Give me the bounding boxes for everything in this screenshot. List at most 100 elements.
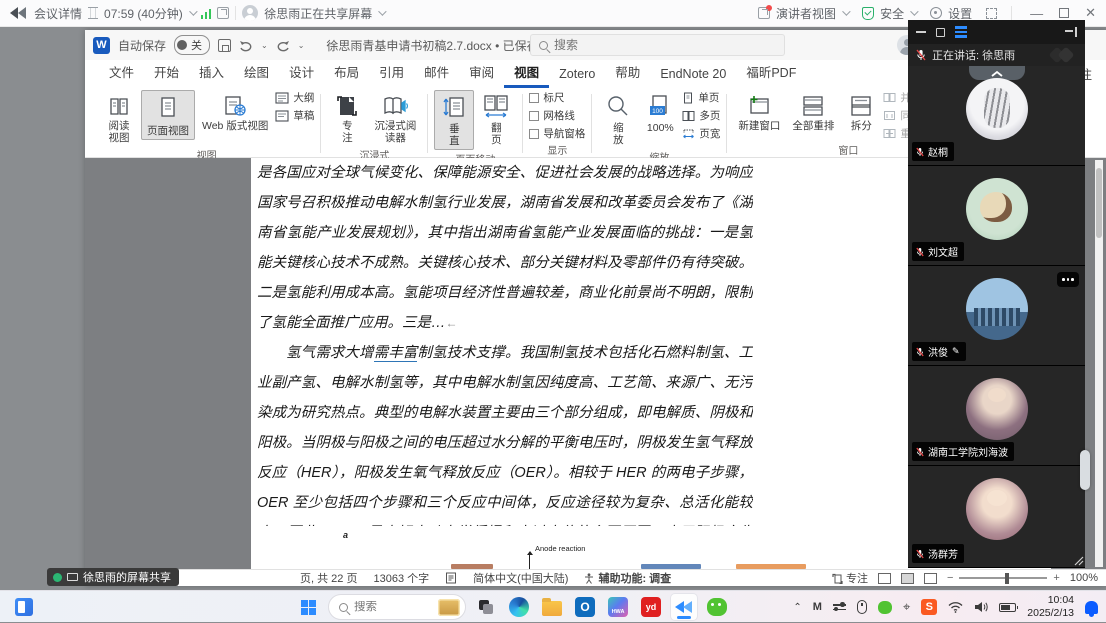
focus-button[interactable]: 专注 — [327, 90, 367, 146]
new-window-button[interactable]: 新建窗口 — [733, 90, 785, 134]
tab-mailings[interactable]: 邮件 — [414, 57, 459, 88]
screen-share-indicator[interactable]: 徐思雨的屏幕共享 — [47, 568, 179, 586]
task-view-button[interactable] — [473, 594, 499, 620]
edge-button[interactable] — [506, 594, 532, 620]
network-signal-icon[interactable] — [201, 8, 212, 19]
word-count[interactable]: 13063 个字 — [373, 570, 429, 586]
settings-button[interactable]: 设置 — [930, 5, 972, 22]
multi-page-button[interactable]: 多页 — [682, 108, 720, 123]
tab-help[interactable]: 帮助 — [605, 57, 650, 88]
zoom-100-button[interactable]: 100 100% — [640, 90, 680, 136]
youdao-dict-button[interactable]: yd — [638, 594, 664, 620]
zoom-percentage[interactable]: 100% — [1070, 572, 1098, 584]
close-button[interactable]: ✕ — [1085, 5, 1096, 21]
start-button[interactable] — [295, 594, 321, 620]
figure-top-clipped[interactable]: a Anode reaction — [251, 530, 1011, 569]
wechat-tray-icon[interactable] — [878, 601, 892, 614]
wechat-button[interactable] — [704, 594, 730, 620]
sidebar-window-icon[interactable] — [936, 28, 945, 37]
language-status[interactable]: 简体中文(中国大陆) — [473, 570, 568, 586]
participant-tile[interactable]: 洪俊 ✎ — [908, 266, 1085, 365]
sidebar-minimize-icon[interactable] — [916, 31, 926, 33]
checkbox-icon[interactable] — [529, 93, 539, 103]
tab-insert[interactable]: 插入 — [189, 57, 234, 88]
checkbox-icon[interactable] — [529, 129, 539, 139]
outline-button[interactable]: 大纲 — [275, 90, 314, 105]
page-info[interactable]: 页, 共 22 页 — [300, 570, 357, 586]
participant-tile[interactable]: 赵桐 — [908, 66, 1085, 165]
taskbar-search[interactable] — [328, 594, 466, 620]
outlook-button[interactable]: O — [572, 594, 598, 620]
zoom-slider[interactable]: − + — [947, 572, 1060, 584]
save-button[interactable] — [218, 39, 231, 52]
draft-button[interactable]: 草稿 — [275, 108, 314, 123]
participant-tile[interactable]: 刘文超 — [908, 166, 1085, 265]
page-width-button[interactable]: 页宽 — [682, 126, 720, 141]
redo-button[interactable] — [276, 39, 290, 52]
tab-layout[interactable]: 布局 — [324, 57, 369, 88]
undo-chevron-icon[interactable]: ⌄ — [261, 41, 268, 50]
input-indicator-icon[interactable]: M — [813, 601, 822, 613]
undo-button[interactable] — [239, 39, 253, 52]
battery-icon[interactable] — [999, 603, 1016, 612]
accessibility-status[interactable]: 辅助功能: 调查 — [584, 570, 671, 586]
tab-design[interactable]: 设计 — [279, 57, 324, 88]
scrollbar-thumb[interactable] — [1096, 168, 1102, 238]
participant-tile[interactable]: 湖南工学院刘海波 — [908, 366, 1085, 465]
taskbar-widgets-button[interactable] — [12, 595, 36, 619]
maximize-button[interactable] — [1059, 8, 1069, 18]
fullscreen-icon[interactable] — [986, 8, 997, 19]
split-button[interactable]: 拆分 — [841, 90, 881, 134]
sharing-status[interactable]: 徐思雨正在共享屏幕 — [264, 5, 372, 22]
print-layout-view-button[interactable] — [901, 573, 914, 584]
document-text[interactable]: 是各国应对全球气候变化、保障能源安全、促进社会发展的战略选择。为响应国家号召积极… — [257, 158, 753, 526]
more-options-button[interactable] — [1057, 272, 1079, 287]
tab-zotero[interactable]: Zotero — [549, 62, 605, 88]
hidden-icons-button[interactable]: ⌃ — [793, 602, 801, 613]
vertical-button[interactable]: 垂直 — [434, 90, 474, 150]
read-view-button[interactable]: 阅读视图 — [99, 90, 139, 146]
taskbar-clock[interactable]: 10:04 2025/2/13 — [1027, 594, 1074, 620]
security-button[interactable]: 安全 — [862, 5, 916, 22]
screen-clip-icon[interactable]: ⌖ — [903, 599, 910, 615]
focus-mode-button[interactable]: 专注 — [832, 570, 868, 586]
word-search-box[interactable] — [530, 34, 785, 56]
meeting-details-button[interactable]: 会议详情 — [34, 5, 82, 22]
one-page-button[interactable]: 单页 — [682, 90, 720, 105]
tab-references[interactable]: 引用 — [369, 57, 414, 88]
nav-pane-checkbox[interactable]: 导航窗格 — [529, 126, 585, 141]
zoom-in-button[interactable]: + — [1053, 572, 1059, 584]
open-window-icon[interactable] — [217, 7, 229, 19]
meeting-timer[interactable]: 07:59 (40分钟) — [104, 5, 183, 22]
paragraph-2[interactable]: 氢气需求大增需丰富制氢技术支撑。我国制氢技术包括化石燃料制氢、工业副产氢、电解水… — [257, 338, 753, 526]
print-layout-button[interactable]: 页面视图 — [141, 90, 195, 140]
tab-review[interactable]: 审阅 — [459, 57, 504, 88]
sogou-input-icon[interactable]: S — [921, 599, 937, 615]
wifi-icon[interactable] — [948, 601, 963, 613]
tab-file[interactable]: 文件 — [99, 57, 144, 88]
quick-toggles-icon[interactable] — [833, 604, 846, 610]
file-explorer-button[interactable] — [539, 594, 565, 620]
sidebar-list-view-icon[interactable] — [955, 26, 967, 38]
speaker-view-button[interactable]: 演讲者视图 — [758, 5, 848, 22]
vertical-scrollbar[interactable] — [1095, 160, 1103, 567]
tab-home[interactable]: 开始 — [144, 57, 189, 88]
autosave-toggle[interactable]: 关 — [174, 35, 210, 55]
zoom-out-button[interactable]: − — [947, 572, 953, 584]
arrange-all-button[interactable]: 全部重排 — [787, 90, 839, 134]
zoom-button[interactable]: 缩放 — [598, 90, 638, 148]
gridlines-checkbox[interactable]: 网格线 — [529, 108, 585, 123]
search-input[interactable] — [554, 38, 734, 52]
paragraph-1[interactable]: 是各国应对全球气候变化、保障能源安全、促进社会发展的战略选择。为响应国家号召积极… — [257, 158, 753, 338]
sidebar-collapse-panel-icon[interactable] — [1065, 27, 1077, 37]
tencent-meeting-button[interactable] — [671, 594, 697, 620]
timer-chevron-icon[interactable] — [189, 7, 197, 15]
read-mode-view-button[interactable] — [878, 573, 891, 584]
tab-view[interactable]: 视图 — [504, 57, 549, 88]
taskbar-search-input[interactable] — [354, 601, 424, 613]
immersive-reader-button[interactable]: 沉浸式阅读器 — [369, 90, 421, 146]
web-layout-view-button[interactable] — [924, 573, 937, 584]
proofing-icon[interactable] — [445, 572, 457, 584]
web-layout-button[interactable]: Web 版式视图 — [197, 90, 273, 134]
participant-tile[interactable]: 汤群芳 — [908, 466, 1085, 567]
